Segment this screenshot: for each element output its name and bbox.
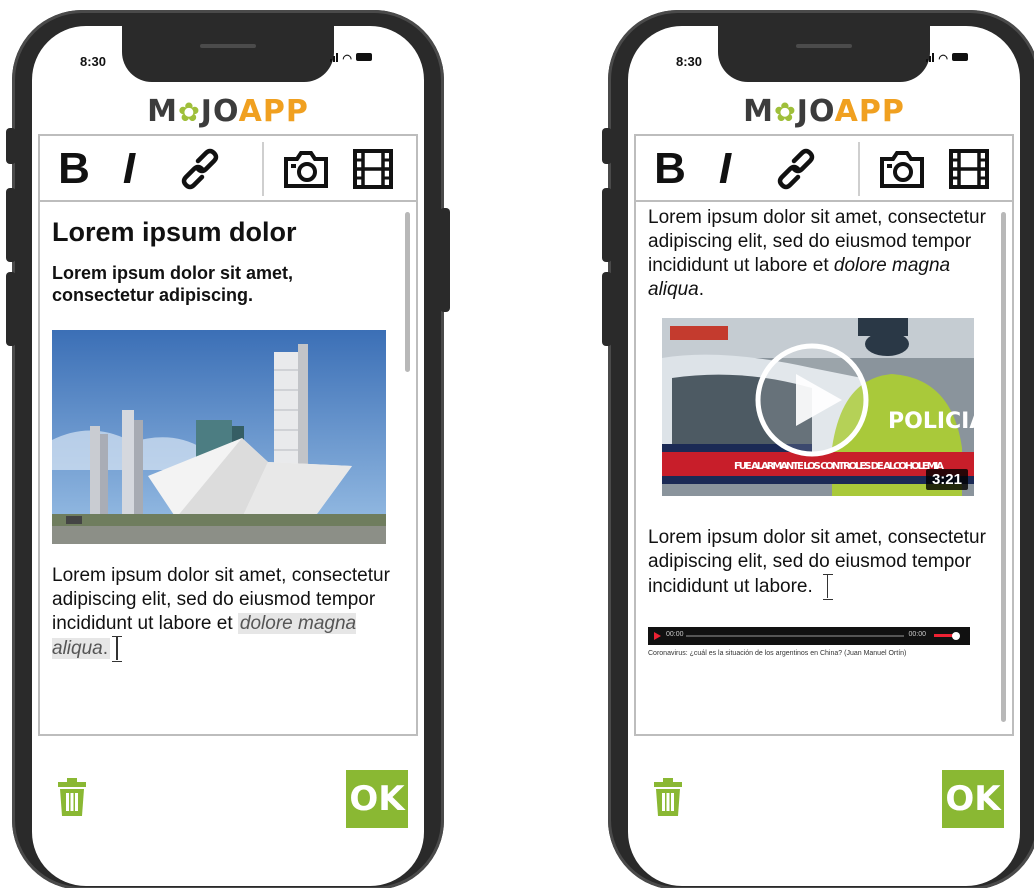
gear-icon: ✿	[178, 98, 201, 128]
audio-caption: Coronavirus: ¿cuál es la situación de lo…	[648, 650, 907, 657]
audio-total-time: 00:00	[908, 631, 926, 638]
link-icon	[777, 148, 815, 190]
phone-frame-left: 8:30 ◠ M✿JOAPP B I Lorem ipsum dolor Lor…	[6, 10, 450, 888]
link-button[interactable]	[774, 144, 818, 194]
volume-knob[interactable]	[952, 632, 960, 640]
building-photo	[52, 330, 386, 544]
editor-content[interactable]: Lorem ipsum dolor Lorem ipsum dolor sit …	[52, 208, 392, 662]
status-time: 8:30	[80, 54, 107, 69]
side-button	[602, 272, 612, 346]
camera-icon	[284, 151, 328, 188]
bold-button[interactable]: B	[54, 144, 94, 194]
film-icon	[353, 149, 393, 189]
side-button	[6, 272, 16, 346]
notch	[718, 26, 930, 82]
audio-current-time: 00:00	[666, 631, 684, 638]
article-paragraph: Lorem ipsum dolor sit amet, consectetur …	[52, 565, 390, 662]
audio-progress-track[interactable]	[686, 635, 904, 637]
video-duration: 3:21	[925, 469, 968, 490]
article-subheading: Lorem ipsum dolor sit amet, consectetur …	[52, 263, 294, 305]
video-player[interactable]: POLICIA FUE ALARMANTE LOS CONTROLES DE A…	[662, 318, 974, 496]
signal-icon	[330, 52, 340, 62]
article-paragraph: Lorem ipsum dolor sit amet, consectetur …	[648, 207, 986, 300]
battery-icon	[952, 53, 968, 61]
app-logo: M✿JOAPP	[743, 94, 905, 129]
italic-button[interactable]: I	[114, 144, 144, 194]
status-icons: ◠	[926, 50, 968, 65]
trash-icon	[654, 778, 682, 816]
audio-player[interactable]: 00:00 00:00	[648, 627, 970, 645]
italic-button[interactable]: I	[710, 144, 740, 194]
scrollbar[interactable]	[1001, 212, 1006, 722]
gear-icon: ✿	[774, 98, 797, 128]
video-button[interactable]	[352, 144, 394, 194]
bold-button[interactable]: B	[650, 144, 690, 194]
delete-button[interactable]	[654, 778, 682, 821]
link-button[interactable]	[178, 144, 222, 194]
trash-icon	[58, 778, 86, 816]
signal-icon	[926, 52, 936, 62]
wifi-icon: ◠	[938, 53, 949, 65]
ok-button[interactable]: OK	[942, 770, 1004, 828]
toolbar: B I	[636, 136, 1012, 202]
toolbar-divider	[262, 142, 264, 196]
notch	[122, 26, 334, 82]
text-cursor	[112, 636, 122, 662]
video-vest-label: POLICIA	[888, 409, 974, 434]
toolbar: B I	[40, 136, 416, 202]
article-heading: Lorem ipsum dolor	[52, 217, 297, 247]
text-cursor	[822, 574, 833, 600]
play-icon[interactable]	[654, 632, 661, 640]
wifi-icon: ◠	[342, 53, 353, 65]
side-button	[6, 188, 16, 262]
camera-button[interactable]	[878, 144, 926, 194]
editor: B I	[634, 134, 1014, 736]
side-button	[440, 208, 450, 312]
link-icon	[181, 148, 219, 190]
side-button	[602, 188, 612, 262]
side-button	[6, 128, 16, 164]
toolbar-divider	[858, 142, 860, 196]
phone-frame-right: 8:30 ◠ M✿JOAPP B I Lorem ipsum dolor sit…	[602, 10, 1034, 888]
video-button[interactable]	[948, 144, 990, 194]
status-time: 8:30	[676, 54, 703, 69]
editor: B I	[38, 134, 418, 736]
delete-button[interactable]	[58, 778, 86, 821]
film-icon	[949, 149, 989, 189]
battery-icon	[356, 53, 372, 61]
camera-icon	[880, 151, 924, 188]
status-icons: ◠	[330, 50, 372, 65]
ok-button[interactable]: OK	[346, 770, 408, 828]
app-logo: M✿JOAPP	[147, 94, 309, 129]
scrollbar[interactable]	[405, 212, 410, 372]
screen-right: 8:30 ◠ M✿JOAPP B I Lorem ipsum dolor sit…	[628, 26, 1020, 886]
screen-left: 8:30 ◠ M✿JOAPP B I Lorem ipsum dolor Lor…	[32, 26, 424, 886]
side-button	[602, 128, 612, 164]
camera-button[interactable]	[282, 144, 330, 194]
video-banner: FUE ALARMANTE LOS CONTROLES DE ALCOHOLEM…	[734, 461, 944, 472]
editor-content[interactable]: Lorem ipsum dolor sit amet, consectetur …	[648, 206, 988, 657]
article-paragraph-2: Lorem ipsum dolor sit amet, consectetur …	[648, 527, 986, 600]
